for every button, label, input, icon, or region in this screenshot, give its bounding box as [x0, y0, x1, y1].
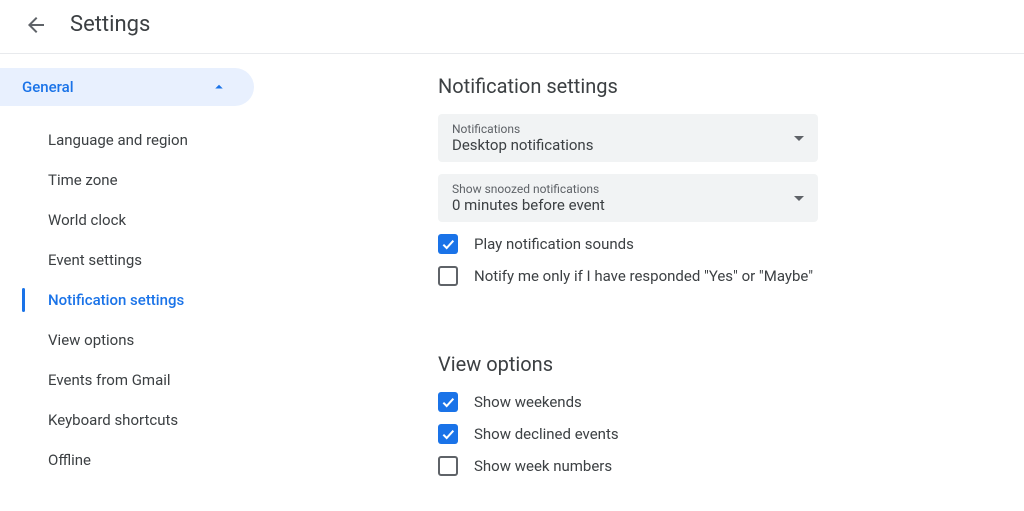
caret-down-icon	[794, 196, 804, 201]
notify-responded-checkbox[interactable]	[438, 266, 458, 286]
sidebar-item-time-zone[interactable]: Time zone	[0, 160, 260, 200]
back-arrow-icon[interactable]	[24, 13, 48, 37]
sidebar-item-language-and-region[interactable]: Language and region	[0, 120, 260, 160]
sidebar-item-world-clock[interactable]: World clock	[0, 200, 260, 240]
sidebar-item-view-options[interactable]: View options	[0, 320, 260, 360]
sidebar-section-general[interactable]: General	[0, 68, 254, 106]
show-weekends-checkbox[interactable]	[438, 392, 458, 412]
sidebar-section-label: General	[22, 78, 74, 96]
dropdown-label: Notifications	[452, 122, 593, 136]
show-declined-row: Show declined events	[438, 424, 1024, 444]
page-title: Settings	[70, 12, 150, 37]
view-options-title: View options	[438, 352, 1024, 376]
sidebar-nav-list: Language and region Time zone World cloc…	[0, 120, 260, 480]
show-declined-checkbox[interactable]	[438, 424, 458, 444]
snoozed-notifications-dropdown[interactable]: Show snoozed notifications 0 minutes bef…	[438, 174, 818, 222]
checkbox-label: Show week numbers	[474, 457, 612, 475]
settings-main: Notification settings Notifications Desk…	[260, 54, 1024, 488]
sidebar-item-offline[interactable]: Offline	[0, 440, 260, 480]
show-week-numbers-row: Show week numbers	[438, 456, 1024, 476]
checkbox-label: Show declined events	[474, 425, 619, 443]
sidebar-item-events-from-gmail[interactable]: Events from Gmail	[0, 360, 260, 400]
dropdown-value: 0 minutes before event	[452, 196, 605, 214]
play-sounds-checkbox[interactable]	[438, 234, 458, 254]
dropdown-value: Desktop notifications	[452, 136, 593, 154]
show-week-numbers-checkbox[interactable]	[438, 456, 458, 476]
sidebar-item-keyboard-shortcuts[interactable]: Keyboard shortcuts	[0, 400, 260, 440]
checkbox-label: Notify me only if I have responded "Yes"…	[474, 267, 813, 285]
notify-responded-row: Notify me only if I have responded "Yes"…	[438, 266, 1024, 286]
sidebar-item-event-settings[interactable]: Event settings	[0, 240, 260, 280]
caret-down-icon	[794, 136, 804, 141]
notifications-dropdown[interactable]: Notifications Desktop notifications	[438, 114, 818, 162]
checkbox-label: Play notification sounds	[474, 235, 634, 253]
dropdown-label: Show snoozed notifications	[452, 182, 605, 196]
checkbox-label: Show weekends	[474, 393, 582, 411]
play-sounds-row: Play notification sounds	[438, 234, 1024, 254]
show-weekends-row: Show weekends	[438, 392, 1024, 412]
app-header: Settings	[0, 0, 1024, 54]
chevron-up-icon	[210, 78, 228, 96]
sidebar-item-notification-settings[interactable]: Notification settings	[0, 280, 260, 320]
notification-settings-title: Notification settings	[438, 74, 1024, 98]
settings-sidebar: General Language and region Time zone Wo…	[0, 54, 260, 488]
